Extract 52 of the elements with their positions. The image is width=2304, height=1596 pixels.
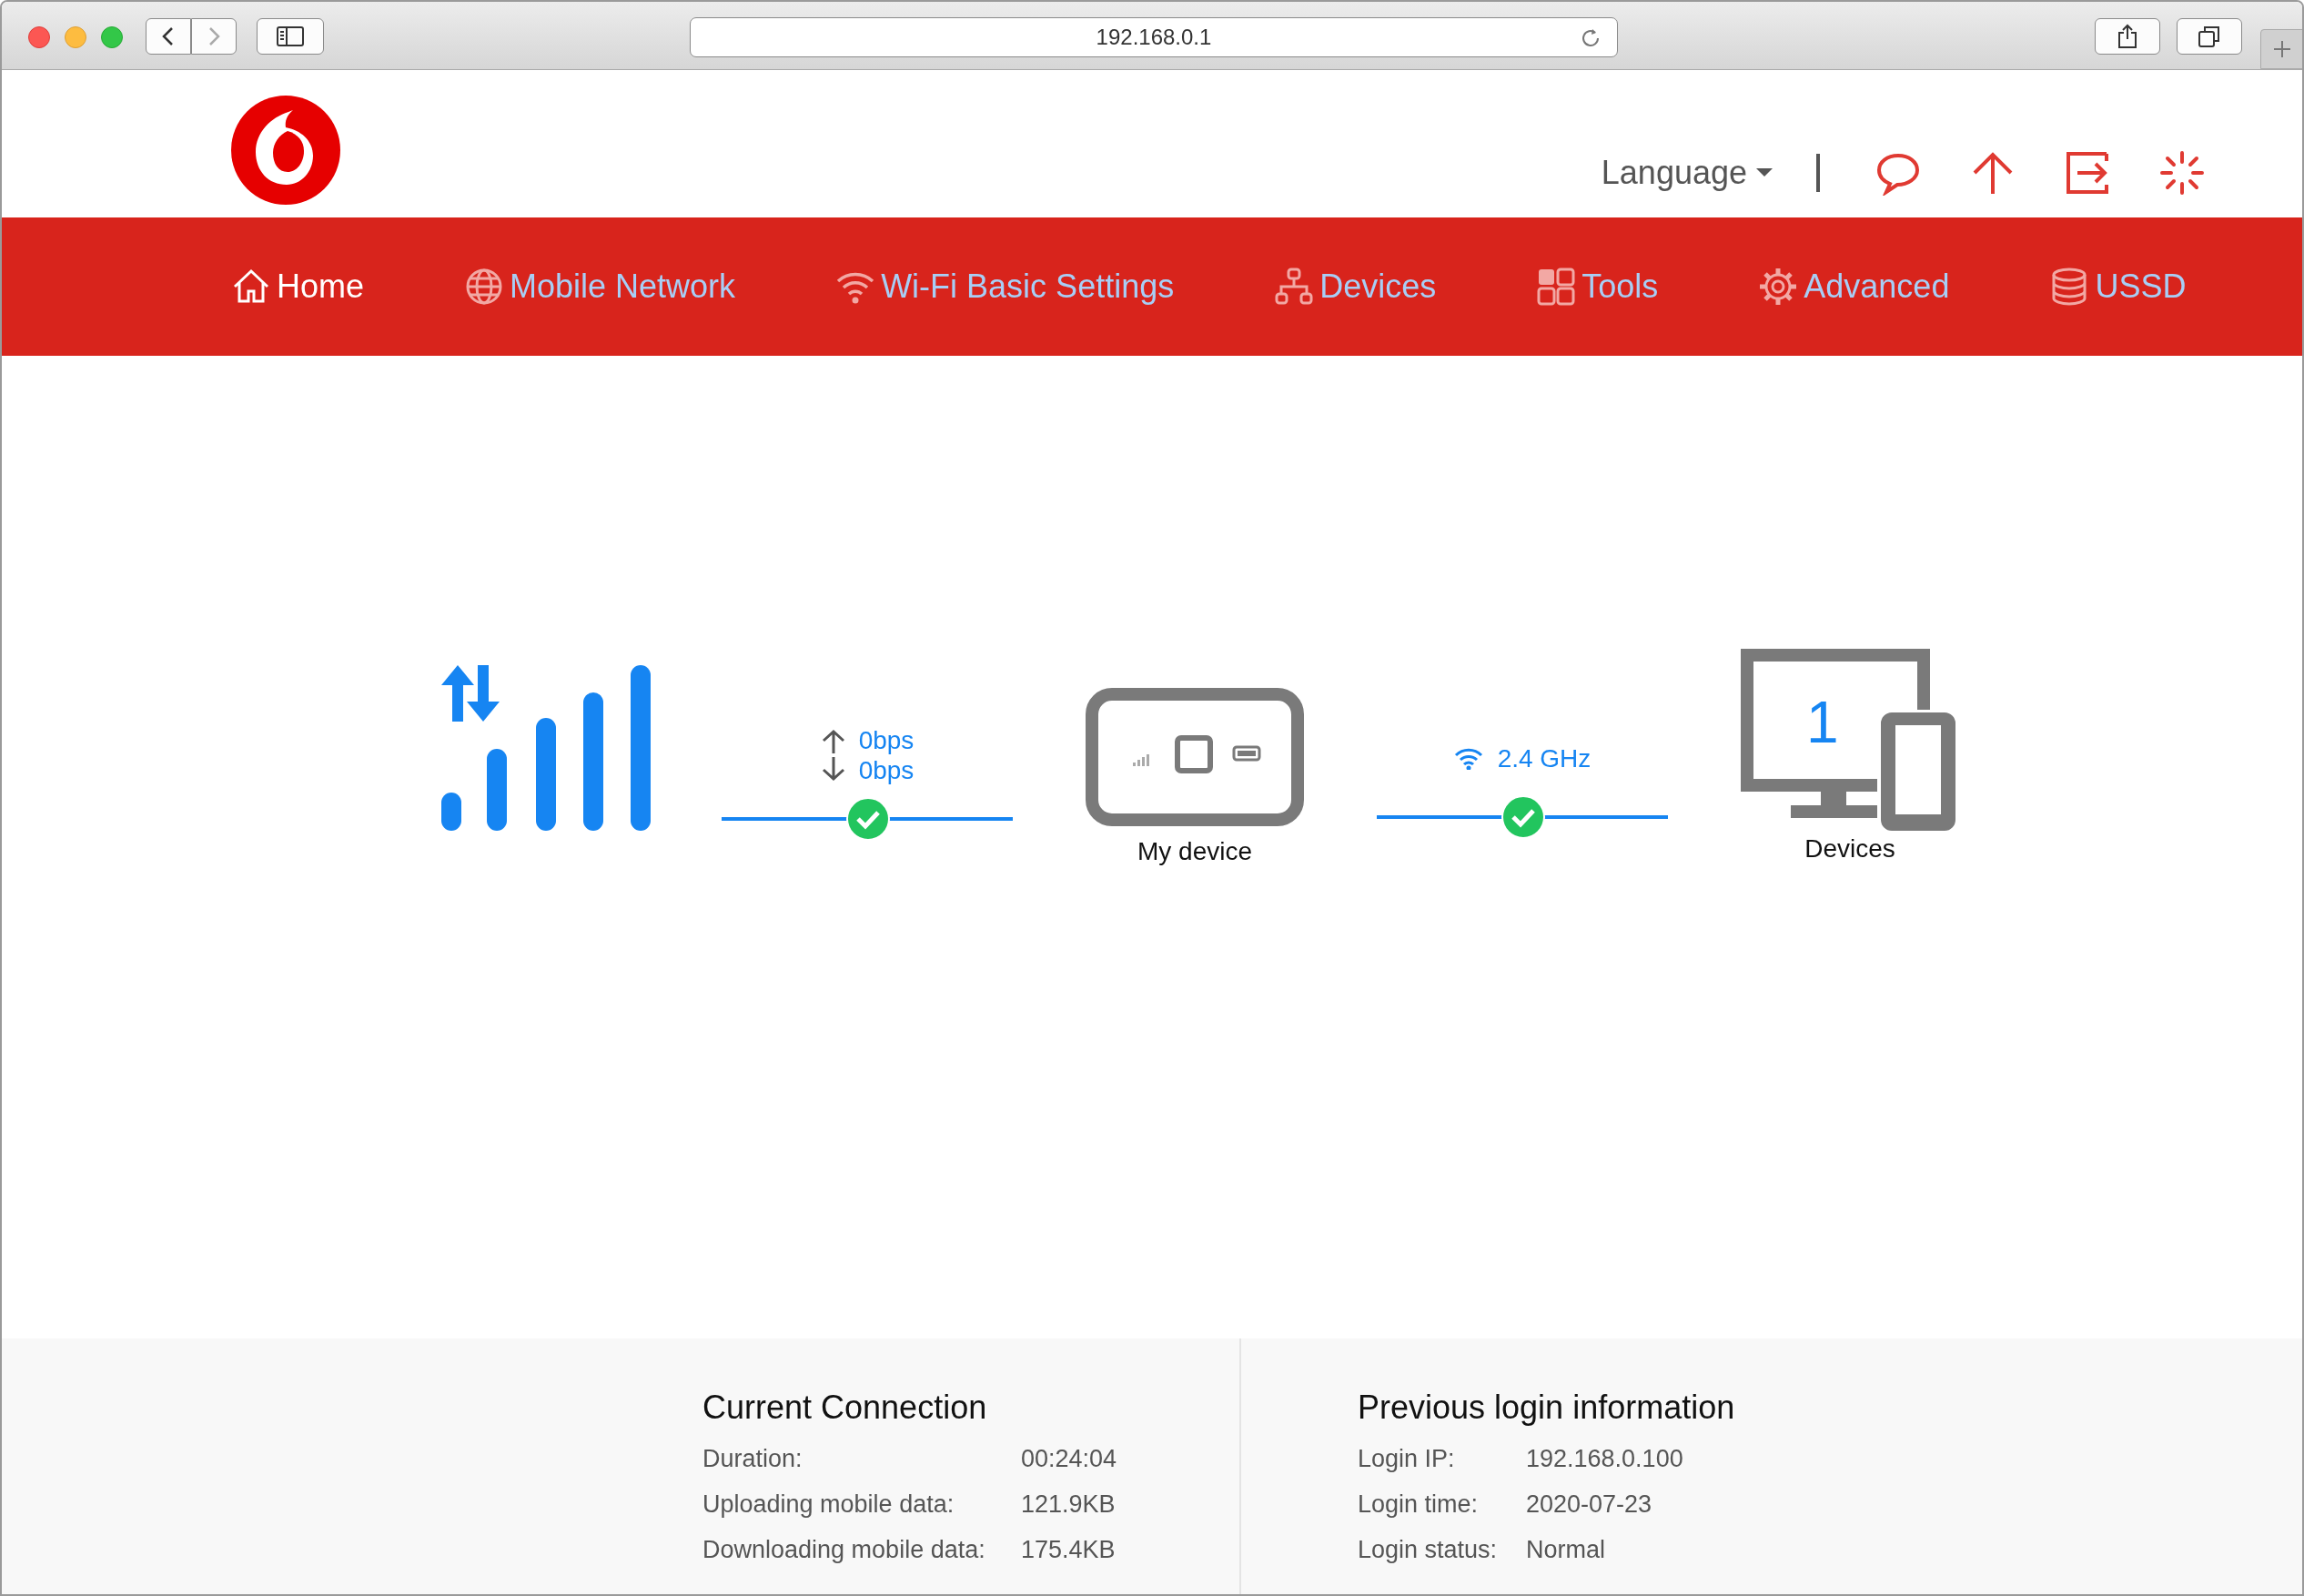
network-icon <box>1274 267 1315 307</box>
share-icon <box>2117 24 2138 49</box>
section-title: Previous login information <box>1358 1389 1735 1427</box>
zoom-window-button[interactable] <box>101 26 123 48</box>
new-tab-button[interactable] <box>2260 29 2302 69</box>
tabs-icon <box>2198 25 2221 48</box>
wifi-icon <box>1453 746 1483 770</box>
devices-label: Devices <box>1804 834 1895 864</box>
chevron-left-icon <box>161 26 176 46</box>
info-value: 00:24:04 <box>1021 1444 1118 1474</box>
close-window-button[interactable] <box>28 26 50 48</box>
nav-tab[interactable]: Wi-Fi Basic Settings <box>835 267 1175 307</box>
nav-tab[interactable]: Advanced <box>1758 267 1950 307</box>
tabs-button[interactable] <box>2177 18 2242 55</box>
cellular-signal-icon <box>441 665 651 831</box>
nav-tab[interactable]: Tools <box>1536 267 1659 307</box>
sidebar-button[interactable] <box>257 18 324 55</box>
band-label: 2.4 GHz <box>1497 742 1592 773</box>
info-label: Downloading mobile data: <box>702 1535 986 1565</box>
info-label: Login IP: <box>1358 1444 1456 1474</box>
device-label: My device <box>1137 837 1252 866</box>
info-value: 2020-07-23 <box>1526 1490 1653 1520</box>
info-value: Normal <box>1526 1535 1606 1565</box>
address-field[interactable]: 192.168.0.1 <box>690 17 1618 57</box>
share-button[interactable] <box>2095 18 2160 55</box>
plus-icon <box>2271 38 2293 60</box>
download-speed: 0bps <box>858 755 915 785</box>
info-value: 192.168.0.100 <box>1526 1444 1684 1474</box>
section-title: Current Connection <box>702 1389 988 1427</box>
nav-tab[interactable]: USSD <box>2049 267 2187 307</box>
info-label: Duration: <box>702 1444 803 1474</box>
chevron-right-icon <box>207 26 221 46</box>
info-label: Login status: <box>1358 1535 1499 1565</box>
device-count: 1 <box>1806 691 1839 754</box>
sidebar-icon <box>277 26 304 46</box>
nav-tab[interactable]: Home <box>231 267 365 307</box>
back-button[interactable] <box>146 18 191 55</box>
info-label: Uploading mobile data: <box>702 1490 955 1520</box>
router-device-icon <box>1086 688 1304 826</box>
grid-icon <box>1536 267 1577 307</box>
info-label: Login time: <box>1358 1490 1480 1520</box>
nav-tab[interactable]: Mobile Network <box>464 267 736 307</box>
upload-speed: 0bps <box>858 725 915 755</box>
nav-tab[interactable]: Devices <box>1274 267 1437 307</box>
settings-icon <box>1758 267 1799 307</box>
info-value: 121.9KB <box>1021 1490 1117 1520</box>
caret-icon <box>1756 168 1773 177</box>
loading-spinner-icon <box>2159 150 2205 196</box>
logout-icon[interactable] <box>2065 150 2110 196</box>
info-value: 175.4KB <box>1021 1535 1117 1565</box>
up-down-arrows-icon <box>820 729 846 782</box>
language-dropdown[interactable]: Language <box>1601 154 1773 192</box>
